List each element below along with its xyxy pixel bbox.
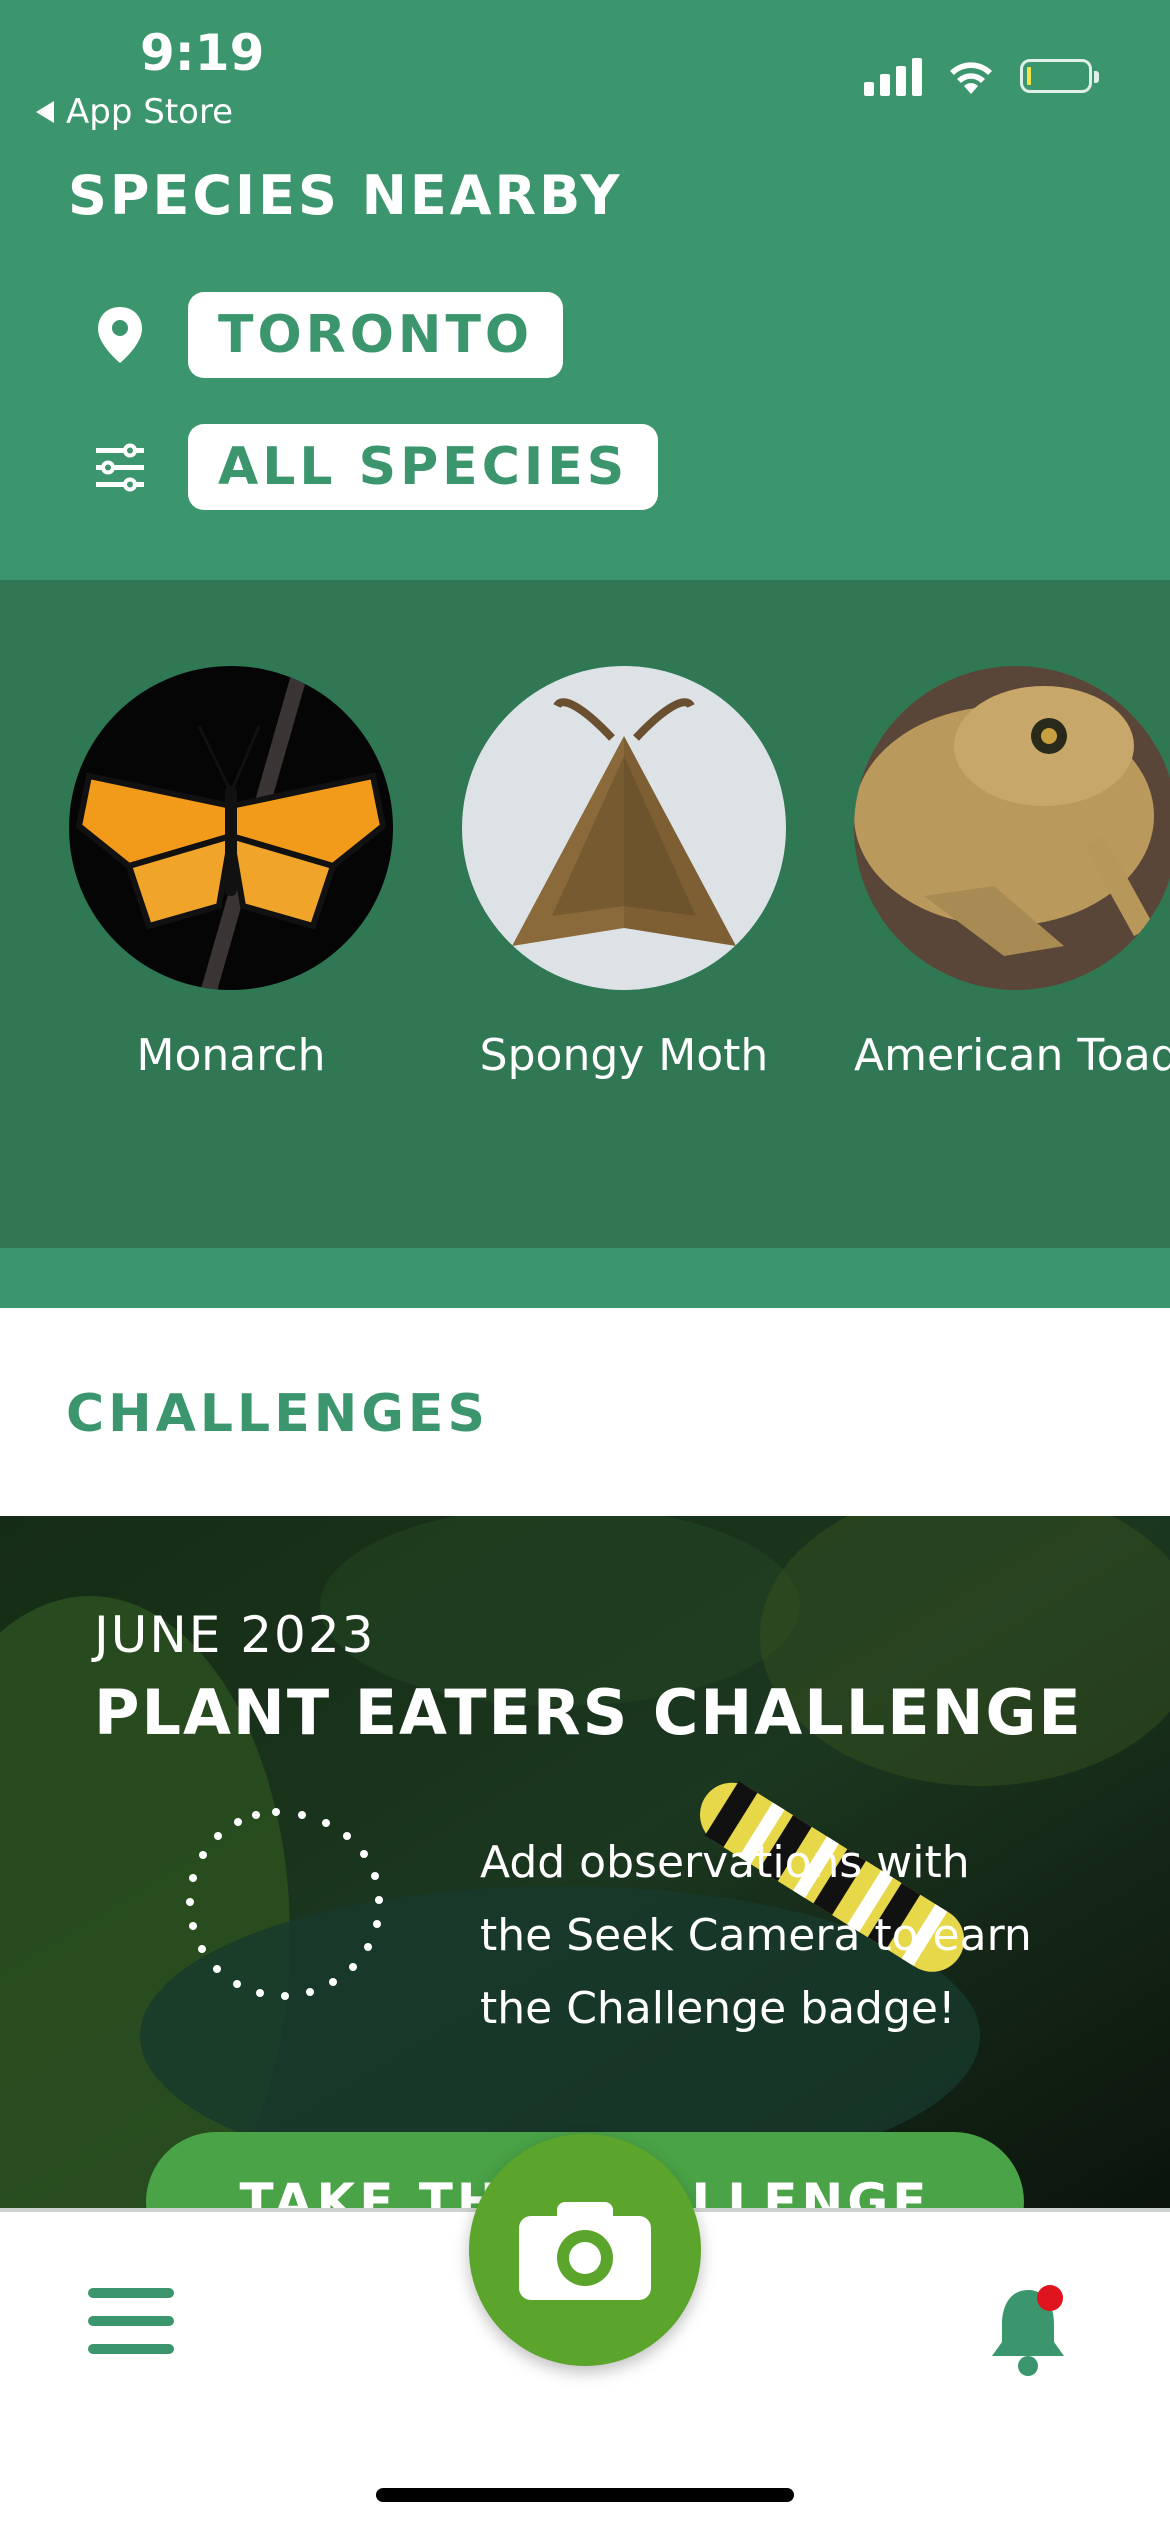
species-name: American Toad [854,1030,1170,1081]
cellular-signal-icon [864,56,922,96]
challenge-card[interactable]: JUNE 2023 PLANT EATERS CHALLENGE Add obs… [0,1516,1170,2216]
location-filter-row: TORONTO [92,292,564,378]
home-indicator [376,2488,794,2502]
notifications-bell-icon[interactable] [978,2280,1078,2380]
species-band-bottom-strip [0,1248,1170,1308]
monarch-photo [69,666,393,990]
back-label: App Store [66,92,234,132]
battery-icon [1020,59,1099,93]
camera-button[interactable] [469,2134,701,2366]
species-card-monarch[interactable]: Monarch [69,666,393,1081]
challenge-description: Add observations with the Seek Camera to… [480,1837,1032,2034]
page-title: SPECIES NEARBY [68,164,623,227]
species-card-spongy-moth[interactable]: Spongy Moth [462,666,786,1081]
back-to-app-store[interactable]: App Store [36,92,233,132]
sliders-icon [92,435,148,499]
species-filter-row: ALL SPECIES [92,424,659,510]
american-toad-photo [854,666,1170,990]
species-card-american-toad[interactable]: American Toad [854,666,1170,1081]
menu-icon[interactable] [88,2288,174,2368]
challenge-name: PLANT EATERS CHALLENGE [94,1676,1083,1749]
wifi-icon [950,62,992,94]
species-name: Spongy Moth [479,1030,769,1081]
status-icons [864,56,1099,96]
back-triangle-icon [36,101,54,123]
species-name: Monarch [136,1030,326,1081]
location-pin-icon [92,303,148,367]
status-time: 9:19 [140,24,265,82]
location-button[interactable]: TORONTO [188,292,564,378]
header: 9:19 App Store SPECIES NEARBY TORONTO AL… [0,0,1170,580]
camera-icon [519,2202,651,2300]
species-filter-button[interactable]: ALL SPECIES [188,424,659,510]
challenge-date: JUNE 2023 [94,1606,376,1664]
spongy-moth-photo [462,666,786,990]
species-carousel[interactable]: Monarch Spongy Moth American Toad [0,580,1170,1248]
challenges-section-title: CHALLENGES [66,1384,489,1444]
